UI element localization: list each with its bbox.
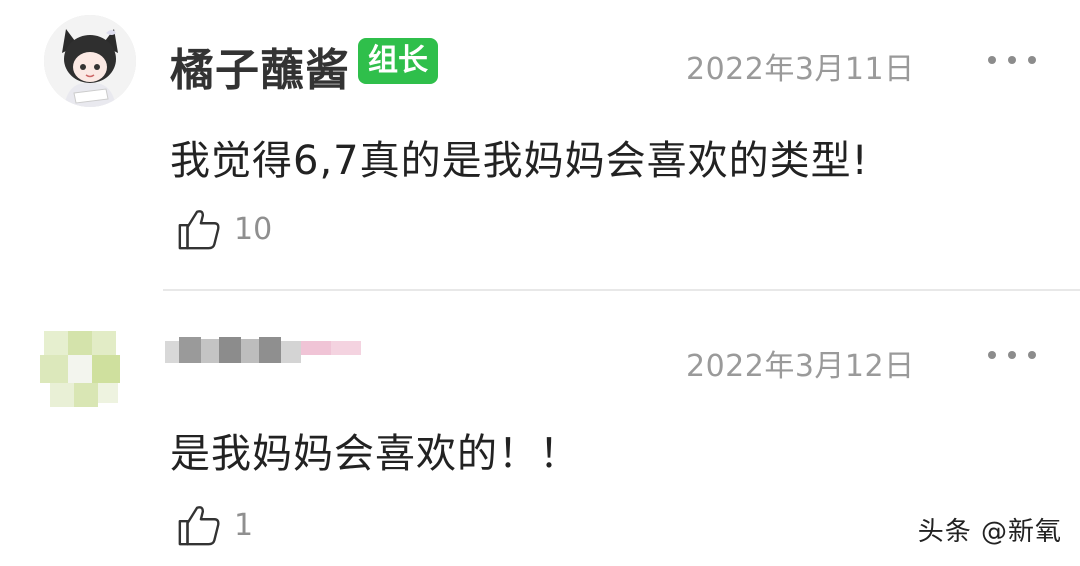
user-avatar-blurred[interactable] [30, 311, 140, 421]
like-button[interactable]: 10 [176, 205, 272, 253]
group-leader-badge: 组长 [358, 38, 438, 84]
comment-text: 是我妈妈会喜欢的！！ [170, 431, 580, 477]
anime-cat-girl-avatar-icon [44, 15, 136, 107]
comment-timestamp: 2022年3月12日 [686, 349, 915, 384]
username[interactable]: 橘子蘸酱 [170, 34, 350, 98]
like-button[interactable]: 1 [176, 501, 253, 549]
watermark: 头条 @新氧 [917, 517, 1062, 547]
like-count: 1 [234, 507, 254, 543]
thumbs-up-icon [178, 210, 220, 250]
comment-item-1: 橘子蘸酱 组长 2022年3月11日 我觉得6,7真的是我妈妈会喜欢的类型! 1… [0, 0, 1080, 290]
blurred-avatar-icon [40, 331, 120, 407]
blurred-username-pixels [165, 337, 361, 363]
user-avatar[interactable] [44, 15, 136, 107]
more-options-icon[interactable] [988, 53, 1036, 67]
like-count: 10 [234, 211, 273, 247]
more-options-icon[interactable] [988, 348, 1036, 362]
blurred-username[interactable] [165, 331, 365, 371]
thumbs-up-icon [178, 506, 220, 546]
comment-timestamp: 2022年3月11日 [686, 52, 915, 87]
comment-text: 我觉得6,7真的是我妈妈会喜欢的类型! [170, 138, 869, 184]
